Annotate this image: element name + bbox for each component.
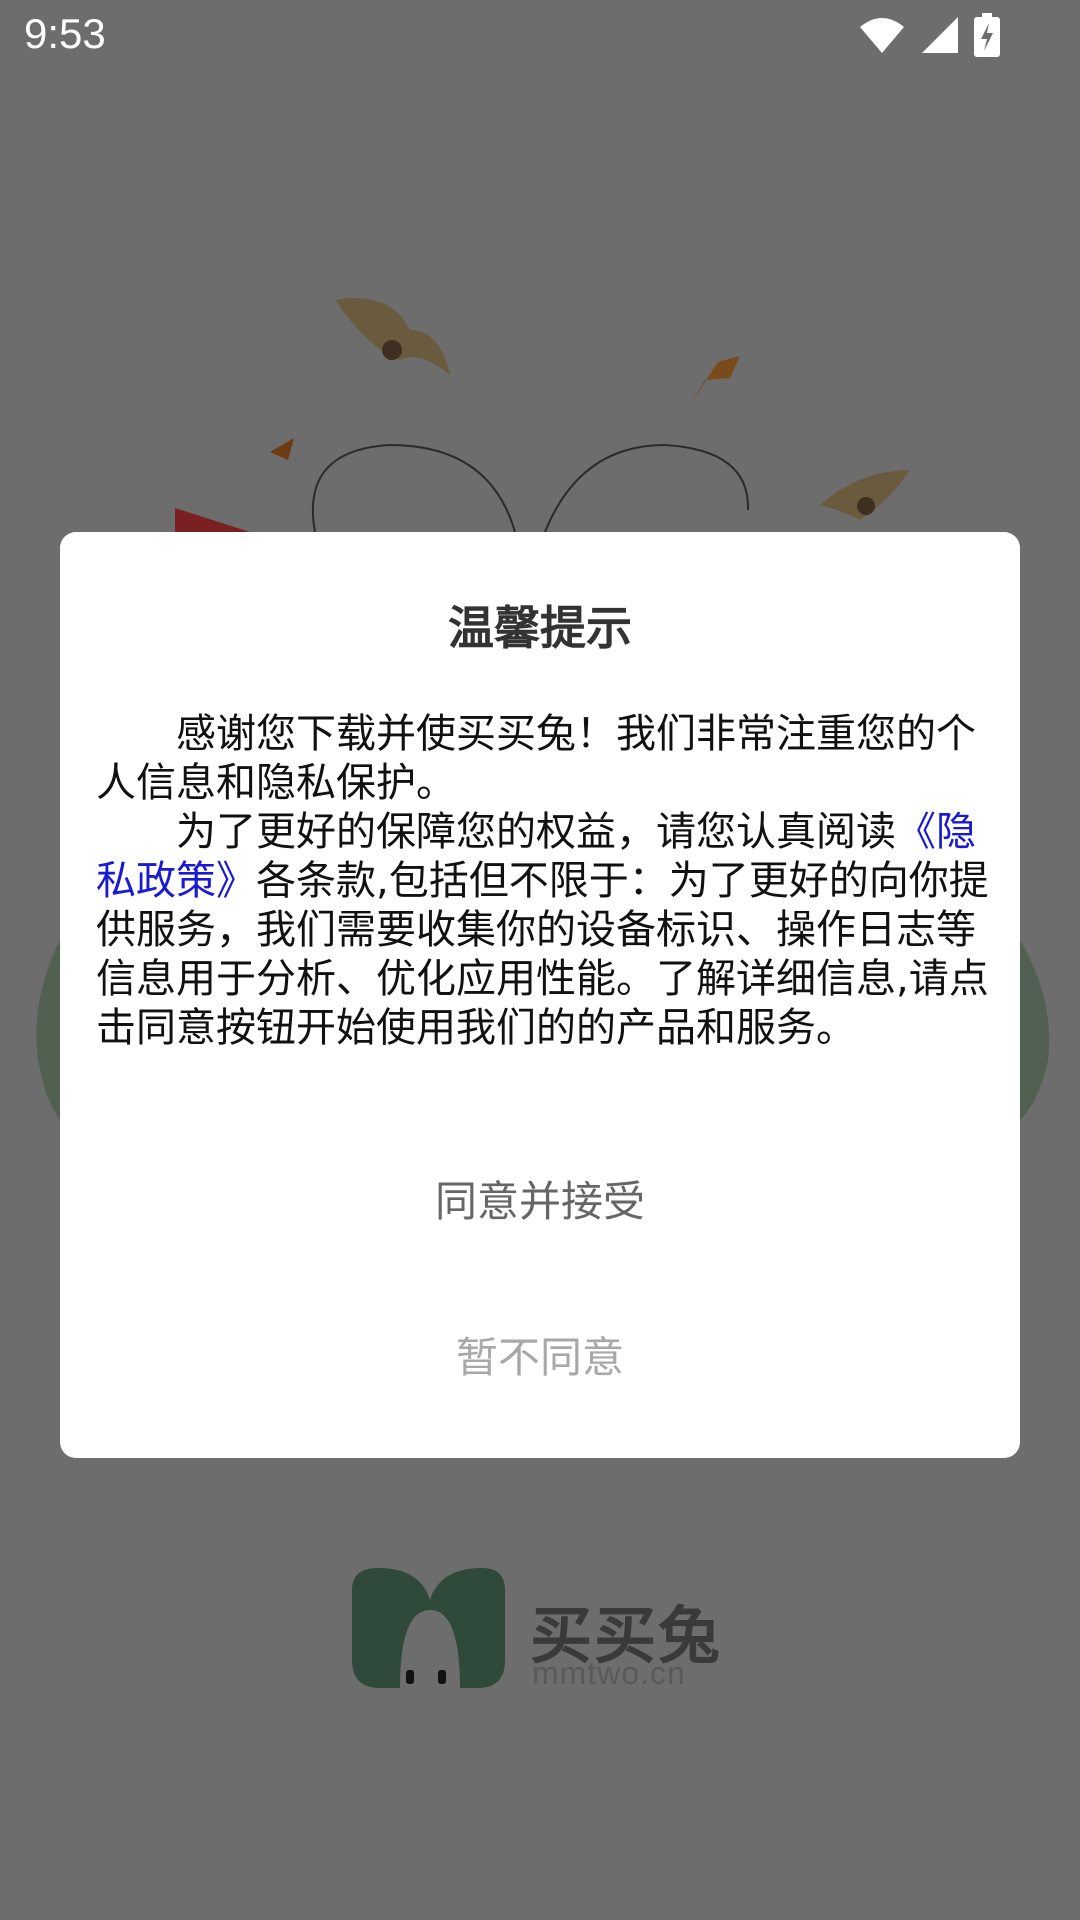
screen: 买买兔 mmtwo.cn 9:53 温馨提示 感谢您下载并使买买兔！我们非常注重… — [0, 0, 1080, 1920]
small-triangle-shape — [270, 438, 294, 460]
paper-scrap-hole-right — [857, 497, 875, 515]
red-paper-shape — [175, 508, 250, 532]
signal-icon — [922, 17, 958, 53]
dialog-title: 温馨提示 — [448, 601, 632, 655]
logo-domain: mmtwo.cn — [532, 1655, 686, 1691]
agree-button[interactable]: 同意并接受 — [60, 1162, 1020, 1242]
paragraph-2-prefix: 为了更好的保障您的权益，请您认真阅读 — [176, 809, 896, 855]
dialog-body: 感谢您下载并使买买兔！我们非常注重您的个人信息和隐私保护。 为了更好的保障您的权… — [96, 710, 996, 1053]
paper-scrap-shape — [335, 298, 450, 375]
privacy-dialog: 温馨提示 感谢您下载并使买买兔！我们非常注重您的个人信息和隐私保护。 为了更好的… — [60, 532, 1020, 1458]
ear-outline-right — [544, 443, 750, 533]
dialog-paragraph-1: 感谢您下载并使买买兔！我们非常注重您的个人信息和隐私保护。 — [96, 711, 976, 806]
paper-scrap-hole — [382, 340, 402, 360]
status-time: 9:53 — [24, 10, 106, 57]
disagree-button[interactable]: 暂不同意 — [60, 1318, 1020, 1398]
arrow-shape — [688, 356, 740, 408]
dialog-paragraph-2: 为了更好的保障您的权益，请您认真阅读《隐私政策》各条款,包括但不限于：为了更好的… — [96, 808, 996, 1053]
green-shape-right — [1020, 940, 1050, 1120]
logo-mark — [352, 1568, 505, 1688]
ear-outline-left — [311, 443, 516, 533]
status-bar: 9:53 — [0, 0, 1080, 72]
battery-charging-icon — [974, 13, 1000, 57]
status-icons — [858, 12, 1000, 58]
green-shape-left — [36, 940, 60, 1120]
wifi-icon — [860, 18, 904, 53]
